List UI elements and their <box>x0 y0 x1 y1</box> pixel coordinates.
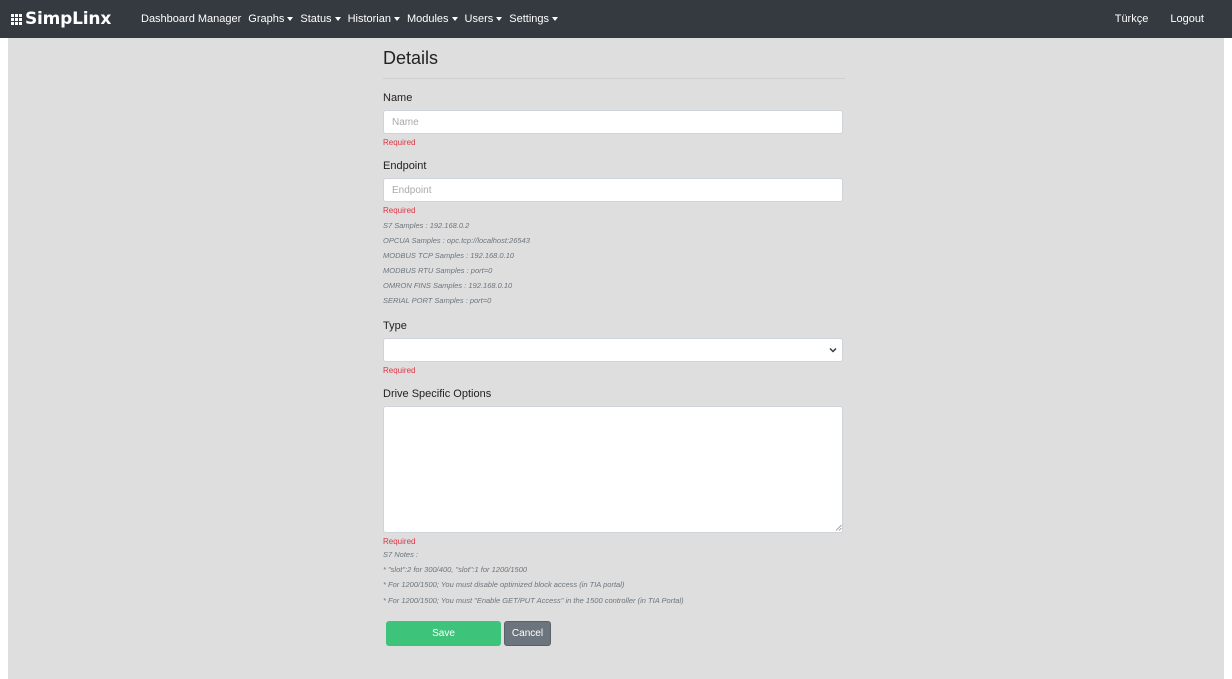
nav-label: Modules <box>406 13 449 25</box>
endpoint-sample-serial-port: SERIAL PORT Samples : port=0 <box>383 296 492 305</box>
nav-modules[interactable]: Modules <box>407 13 458 25</box>
options-required-message: Required <box>383 537 416 546</box>
s7-note-get-put: * For 1200/1500; You must "Enable GET/PU… <box>383 596 684 605</box>
caret-down-icon <box>552 17 559 21</box>
name-label: Name <box>383 92 413 104</box>
s7-notes-heading: S7 Notes : <box>383 550 419 559</box>
nav-label: Dashboard Manager <box>141 13 242 25</box>
nav-dashboard-manager[interactable]: Dashboard Manager <box>141 13 241 25</box>
s7-note-optimized-block: * For 1200/1500; You must disable optimi… <box>383 580 625 589</box>
save-button[interactable]: Save <box>386 621 501 646</box>
type-required-message: Required <box>383 366 416 375</box>
options-textarea[interactable] <box>383 406 843 533</box>
language-link[interactable]: Türkçe <box>1115 13 1149 25</box>
endpoint-sample-s7: S7 Samples : 192.168.0.2 <box>383 221 470 230</box>
name-input[interactable] <box>383 110 843 134</box>
nav-label: Users <box>464 13 494 25</box>
nav-label: Status <box>300 13 332 25</box>
type-select[interactable] <box>383 338 843 362</box>
type-label: Type <box>383 320 407 332</box>
options-label: Drive Specific Options <box>383 388 492 400</box>
grid-dots-icon <box>11 13 22 25</box>
chevron-down-icon <box>829 347 837 353</box>
brand-logo[interactable]: SimpLinx <box>11 9 111 29</box>
caret-down-icon <box>451 17 458 21</box>
endpoint-input[interactable] <box>383 178 843 202</box>
caret-down-icon <box>496 17 503 21</box>
endpoint-sample-omron-fins: OMRON FINS Samples : 192.168.0.10 <box>383 281 513 290</box>
cancel-button[interactable]: Cancel <box>504 621 551 646</box>
nav-label: Historian <box>347 13 391 25</box>
resize-handle-icon[interactable] <box>835 524 842 531</box>
brand-name: SimpLinx <box>25 9 112 29</box>
nav-historian[interactable]: Historian <box>348 13 400 25</box>
nav-label: Graphs <box>248 13 285 25</box>
caret-down-icon <box>393 17 400 21</box>
caret-down-icon <box>334 17 341 21</box>
nav-graphs[interactable]: Graphs <box>248 13 294 25</box>
nav-users[interactable]: Users <box>465 13 503 25</box>
page-title: Details <box>383 48 439 68</box>
endpoint-required-message: Required <box>383 206 416 215</box>
name-required-message: Required <box>383 138 416 147</box>
nav-right: Türkçe Logout <box>1093 0 1204 38</box>
nav-status[interactable]: Status <box>300 13 341 25</box>
logout-link[interactable]: Logout <box>1170 13 1204 25</box>
endpoint-sample-modbus-rtu: MODBUS RTU Samples : port=0 <box>383 266 493 275</box>
top-navbar: SimpLinx Dashboard Manager Graphs Status… <box>0 0 1232 38</box>
s7-note-slot: * "slot":2 for 300/400, "slot":1 for 120… <box>383 565 528 574</box>
nav-settings[interactable]: Settings <box>509 13 559 25</box>
endpoint-sample-modbus-tcp: MODBUS TCP Samples : 192.168.0.10 <box>383 251 515 260</box>
caret-down-icon <box>287 17 294 21</box>
endpoint-sample-opcua: OPCUA Samples : opc.tcp://localhost:2654… <box>383 236 530 245</box>
title-divider <box>383 78 845 79</box>
nav-label: Settings <box>509 13 550 25</box>
endpoint-label: Endpoint <box>383 160 427 172</box>
main-menu: Dashboard Manager Graphs Status Historia… <box>141 0 565 38</box>
